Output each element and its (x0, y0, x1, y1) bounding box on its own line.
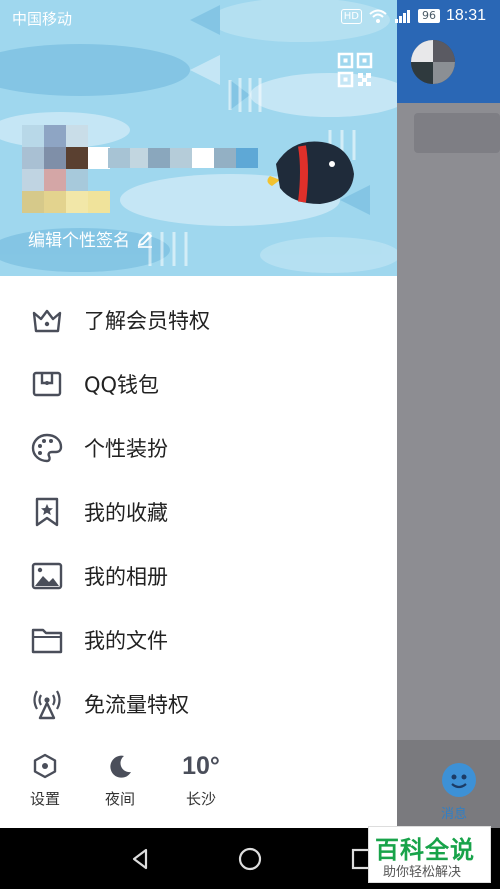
drawer-bottom-bar: 设置 夜间 10° 长沙 (0, 742, 397, 828)
moon-icon (110, 755, 131, 778)
menu-item-label: 我的相册 (84, 565, 168, 589)
message-tab-icon (442, 763, 476, 797)
background-search-bar (414, 113, 500, 153)
qq-penguin-icon (267, 141, 354, 204)
edit-signature[interactable]: 编辑个性签名 (28, 226, 154, 251)
menu-item-photo-album[interactable]: 我的相册 (0, 544, 397, 608)
signal-tower-icon (33, 690, 61, 720)
profile-nickname[interactable] (108, 148, 268, 168)
menu-item-vip-privileges[interactable]: 了解会员特权 (0, 288, 397, 352)
menu-item-qq-wallet[interactable]: QQ钱包 (0, 352, 397, 416)
background-tab-bar: 消息 (397, 740, 500, 828)
messages-tab-label: 消息 (441, 807, 468, 822)
qr-code-icon[interactable] (337, 52, 373, 88)
side-drawer: 编辑个性签名 中国移动 了解会员特权 QQ钱包 个性装扮 我的收藏 我的相册 我… (0, 0, 397, 828)
crown-icon (32, 309, 62, 333)
weather-widget[interactable]: 10° 长沙 (166, 742, 236, 809)
profile-avatar[interactable] (22, 125, 134, 215)
folder-icon (31, 628, 63, 654)
weather-city: 长沙 (185, 790, 216, 808)
home-icon[interactable] (236, 845, 264, 873)
menu-item-label: 免流量特权 (84, 693, 189, 717)
watermark-subtitle: 助你轻松解决 (383, 865, 462, 880)
hexagon-settings-icon (33, 753, 57, 779)
profile-header: 编辑个性签名 (0, 0, 397, 276)
background-main-screen: 消息 (397, 0, 500, 828)
menu-item-free-data-privilege[interactable]: 免流量特权 (0, 672, 397, 736)
carrier-name: 中国移动 (12, 11, 73, 28)
menu-item-label: 我的文件 (84, 629, 168, 653)
palette-icon (31, 433, 63, 463)
menu-item-label: QQ钱包 (84, 373, 160, 397)
settings-button[interactable]: 设置 (10, 742, 80, 809)
menu-item-personalization[interactable]: 个性装扮 (0, 416, 397, 480)
menu-item-label: 我的收藏 (84, 501, 168, 525)
photo-icon (31, 562, 63, 590)
night-mode-label: 夜间 (104, 790, 135, 808)
watermark-logo: 百科全说 助你轻松解决 (368, 826, 491, 883)
bookmark-star-icon (35, 497, 59, 527)
pencil-icon (137, 231, 153, 248)
menu-item-label: 个性装扮 (84, 437, 168, 461)
menu-item-label: 了解会员特权 (84, 309, 210, 333)
status-bar: 中国移动 (0, 0, 500, 34)
menu-item-favorites[interactable]: 我的收藏 (0, 480, 397, 544)
weather-temperature: 10° (182, 752, 220, 780)
night-mode-button[interactable]: 夜间 (85, 742, 155, 809)
settings-label: 设置 (29, 790, 60, 808)
wallet-icon (32, 371, 62, 397)
back-icon[interactable] (126, 845, 154, 873)
watermark-title: 百科全说 (375, 836, 475, 864)
menu-item-my-files[interactable]: 我的文件 (0, 608, 397, 672)
background-avatar (411, 40, 455, 84)
signature-text: 编辑个性签名 (28, 231, 130, 251)
